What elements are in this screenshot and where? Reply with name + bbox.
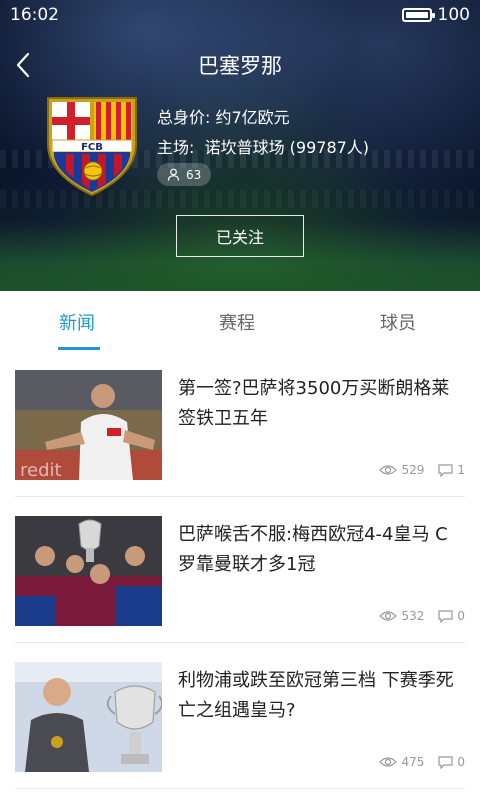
page-title: 巴塞罗那 xyxy=(198,54,282,78)
tab-schedule[interactable]: 赛程 xyxy=(219,309,255,335)
tab-bar: 新闻 赛程 球员 xyxy=(0,291,480,351)
status-bar: 16:02 100 xyxy=(0,0,480,30)
team-stadium-name: 诺坎普球场 (99787人) xyxy=(204,138,370,157)
news-meta: 475 0 xyxy=(379,754,465,770)
team-crest-logo: FCB xyxy=(47,97,137,197)
news-item[interactable]: 利物浦或跌至欧冠第三档 下赛季死亡之组遇皇马? 475 0 xyxy=(15,662,465,787)
views-count: 532 xyxy=(401,609,425,623)
team-stadium: 主场: 诺坎普球场 (99787人) xyxy=(157,134,369,158)
comment-icon xyxy=(438,755,453,769)
comment-icon xyxy=(438,463,453,477)
news-thumbnail xyxy=(15,516,162,626)
divider xyxy=(15,496,465,497)
news-meta: 529 1 xyxy=(379,462,465,478)
svg-text:redit: redit xyxy=(20,460,62,480)
views-count: 529 xyxy=(401,463,425,477)
fans-badge: 63 xyxy=(157,163,212,186)
news-item[interactable]: redit 第一签?巴萨将3500万买断朗格莱 签铁卫五年 529 1 xyxy=(15,370,465,495)
divider xyxy=(15,642,465,643)
eye-icon xyxy=(379,757,398,767)
tab-news[interactable]: 新闻 xyxy=(59,309,95,335)
user-icon xyxy=(167,168,180,181)
news-thumbnail xyxy=(15,662,162,772)
eye-icon xyxy=(379,465,398,475)
crest-text: FCB xyxy=(81,142,103,153)
team-value: 总身价: 约7亿欧元 xyxy=(157,104,290,128)
divider xyxy=(15,788,465,789)
team-header: 16:02 100 巴塞罗那 FCB 总身价: 约7亿欧元 主场: 诺坎普球场 … xyxy=(0,0,480,291)
news-headline: 利物浦或跌至欧冠第三档 下赛季死亡之组遇皇马? xyxy=(178,670,454,721)
fans-count: 63 xyxy=(186,167,202,182)
team-stadium-label: 主场: xyxy=(157,138,195,157)
views-count: 475 xyxy=(401,755,425,769)
news-thumbnail: redit xyxy=(15,370,162,480)
battery-percent: 100 xyxy=(437,5,470,25)
news-item[interactable]: 巴萨喉舌不服:梅西欧冠4-4皇马 C罗靠曼联才多1冠 532 0 xyxy=(15,516,465,641)
battery-icon xyxy=(402,8,435,22)
tab-players[interactable]: 球员 xyxy=(380,309,416,335)
news-meta: 532 0 xyxy=(379,608,465,624)
comment-icon xyxy=(438,609,453,623)
follow-button[interactable]: 已关注 xyxy=(176,215,304,257)
comments-count: 0 xyxy=(457,609,465,623)
team-value-amount: 约7亿欧元 xyxy=(215,108,290,127)
team-value-label: 总身价: xyxy=(157,108,211,127)
news-headline: 巴萨喉舌不服:梅西欧冠4-4皇马 C罗靠曼联才多1冠 xyxy=(178,524,448,575)
comments-count: 1 xyxy=(457,463,465,477)
news-headline: 第一签?巴萨将3500万买断朗格莱 签铁卫五年 xyxy=(178,378,450,429)
tab-active-indicator xyxy=(58,347,100,350)
eye-icon xyxy=(379,611,398,621)
status-time: 16:02 xyxy=(10,5,59,25)
comments-count: 0 xyxy=(457,755,465,769)
